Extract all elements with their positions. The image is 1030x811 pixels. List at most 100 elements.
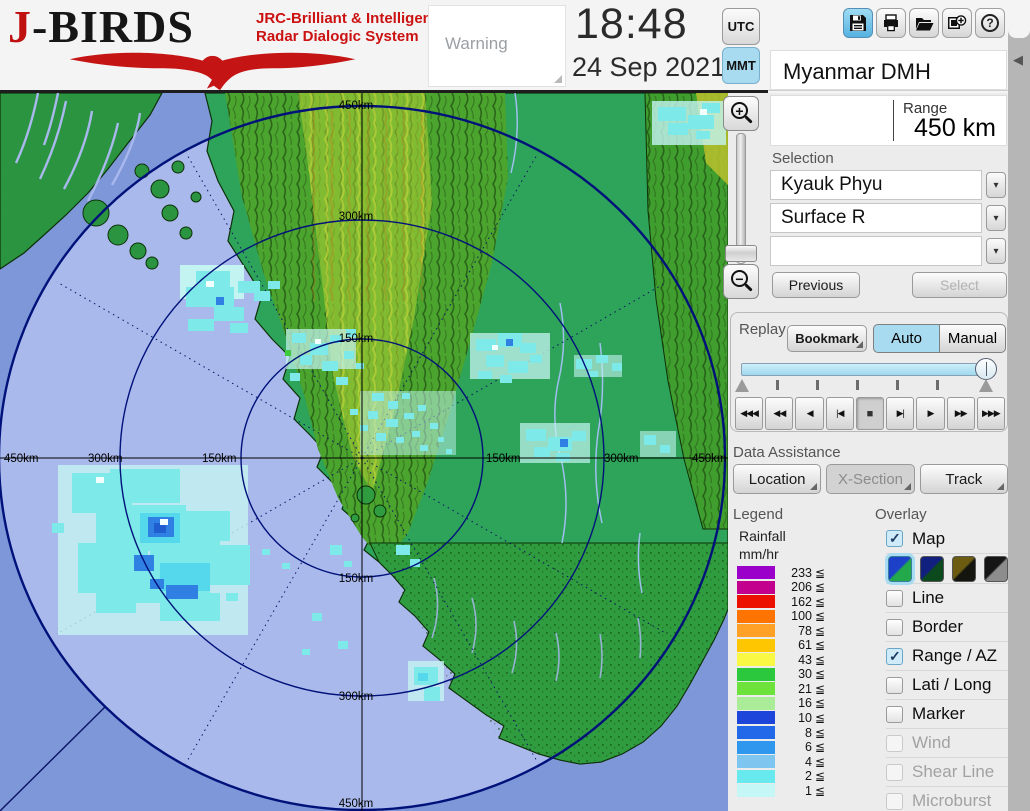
dropdown-button[interactable]: ▾ [986,238,1006,264]
zoom-in-button[interactable]: + [723,96,759,131]
checkbox[interactable] [886,793,903,810]
ring-label-right-150: 150km [486,453,521,465]
checkbox-map[interactable] [886,530,903,547]
checkbox[interactable] [886,619,903,636]
save-button[interactable] [843,8,873,38]
overlay-panel: Map Line Border [886,524,1008,811]
replay-slider-thumb[interactable] [975,358,997,380]
checkbox[interactable] [886,648,903,665]
legend-value: 4 [775,755,812,769]
map-style-swatch[interactable] [952,556,976,582]
transport-button[interactable]: ■ [856,397,884,430]
legend-row: 61 ≦ [737,639,825,652]
transport-button[interactable]: ◀ [795,397,823,430]
selection-dropdown-value[interactable] [770,236,982,266]
replay-label: Replay [739,321,786,338]
manual-mode-button[interactable]: Manual [940,324,1006,353]
legend-operator: ≦ [815,696,825,710]
legend-color-swatch [737,566,775,579]
overlay-item[interactable]: Border [886,612,1008,641]
warning-panel[interactable]: Warning [428,5,566,87]
checkbox[interactable] [886,677,903,694]
legend-value: 78 [775,624,812,638]
mmt-button[interactable]: MMT [722,47,760,84]
jbirds-logo: J-BIRDS JRC-Brilliant & Intelligent Rada… [8,2,420,90]
utc-button[interactable]: UTC [722,8,760,45]
selection-dropdown-value[interactable]: Surface R [770,203,982,233]
legend-value: 10 [775,711,812,725]
add-image-button[interactable] [942,8,972,38]
radar-map[interactable]: 450km 300km 150km 150km 300km 450km 450k… [0,93,728,811]
selection-dropdown-value[interactable]: Kyauk Phyu [770,170,982,200]
overlay-item-map[interactable]: Map [886,524,1008,553]
legend-operator: ≦ [815,624,825,638]
previous-button[interactable]: Previous [772,272,860,298]
checkbox[interactable] [886,590,903,607]
map-style-swatch[interactable] [920,556,944,582]
legend-color-swatch [737,726,775,739]
transport-button[interactable]: ▶▶ [947,397,975,430]
overlay-item[interactable]: Wind [886,728,1008,757]
legend-color-swatch [737,711,775,724]
overlay-item[interactable]: Line [886,583,1008,612]
transport-button[interactable]: ◀◀◀ [735,397,763,430]
data-assistance-button[interactable]: Track [920,464,1008,494]
transport-button[interactable]: ▶ [916,397,944,430]
logo-subtitle-line1: JRC-Brilliant & Intelligent [256,10,437,28]
legend-row: 21 ≦ [737,682,825,695]
bookmark-button[interactable]: Bookmark [787,325,867,352]
open-folder-icon [915,14,934,32]
zoom-out-button[interactable]: − [723,264,759,299]
legend-value: 61 [775,638,812,652]
gutter-cap [1008,0,1030,38]
overlay-item[interactable]: Lati / Long [886,670,1008,699]
legend-row: 6 ≦ [737,741,825,754]
selection-row: ▾ [770,236,1008,266]
resize-grip-icon[interactable] [554,75,562,83]
legend-operator: ≦ [815,609,825,623]
legend-color-swatch [737,624,775,637]
transport-button[interactable]: |◀ [826,397,854,430]
dropdown-button[interactable]: ▾ [986,205,1006,231]
zoom-slider-thumb[interactable] [725,245,757,262]
transport-button[interactable]: ▶▶▶ [977,397,1005,430]
legend-operator: ≦ [815,740,825,754]
ring-label-top-300: 300km [339,211,374,223]
transport-button[interactable]: ◀◀ [765,397,793,430]
overlay-item[interactable]: Range / AZ [886,641,1008,670]
legend-value: 1 [775,784,812,798]
legend-value: 2 [775,769,812,783]
checkbox[interactable] [886,735,903,752]
logo-subtitle: JRC-Brilliant & Intelligent Radar Dialog… [256,10,437,46]
collapse-panel-icon[interactable]: ◀ [1013,52,1023,68]
data-assistance-button[interactable]: X-Section [826,464,914,494]
replay-range-start-marker[interactable] [735,379,749,392]
auto-mode-button[interactable]: Auto [873,324,940,353]
logo-subtitle-line2: Radar Dialogic System [256,28,437,46]
print-button[interactable] [876,8,906,38]
help-button[interactable]: ? [975,8,1005,38]
legend-operator: ≦ [815,580,825,594]
print-icon [882,14,900,32]
replay-range-end-marker[interactable] [979,379,993,392]
legend-operator: ≦ [815,682,825,696]
transport-button[interactable]: ▶| [886,397,914,430]
overlay-item[interactable]: Shear Line [886,757,1008,786]
station-name-field[interactable]: Myanmar DMH [770,50,1007,90]
overlay-item[interactable]: Microburst [886,786,1008,811]
select-button[interactable]: Select [912,272,1007,298]
data-assistance-button[interactable]: Location [733,464,821,494]
jbirds-app: J-BIRDS JRC-Brilliant & Intelligent Rada… [0,0,1030,811]
legend-color-swatch [737,770,775,783]
dropdown-button[interactable]: ▾ [986,172,1006,198]
overlay-items: Line Border Range / AZ Lati / Long [886,583,1008,811]
replay-slider-track[interactable] [741,363,993,376]
checkbox[interactable] [886,706,903,723]
map-style-swatch[interactable] [984,556,1008,582]
overlay-item[interactable]: Marker [886,699,1008,728]
open-folder-button[interactable] [909,8,939,38]
legend-value: 6 [775,740,812,754]
panel-gutter: ◀ [1008,0,1030,811]
checkbox[interactable] [886,764,903,781]
map-style-swatch[interactable] [888,556,912,582]
